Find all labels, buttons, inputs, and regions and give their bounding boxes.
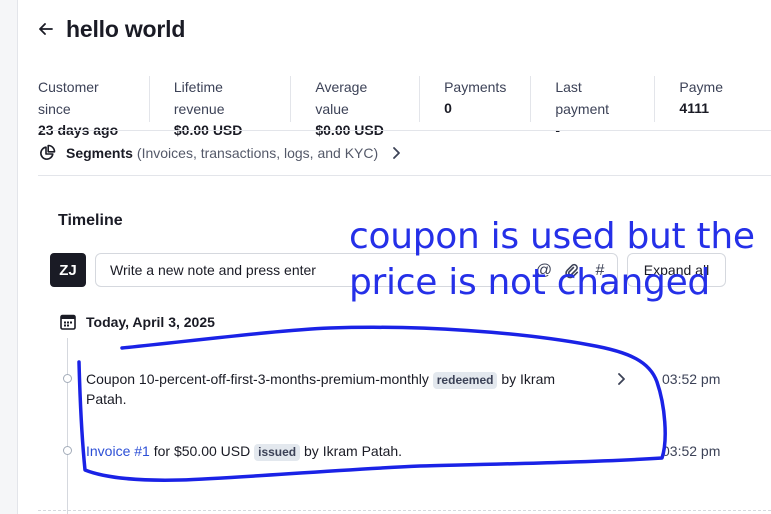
annotation-circle: [77, 325, 667, 482]
